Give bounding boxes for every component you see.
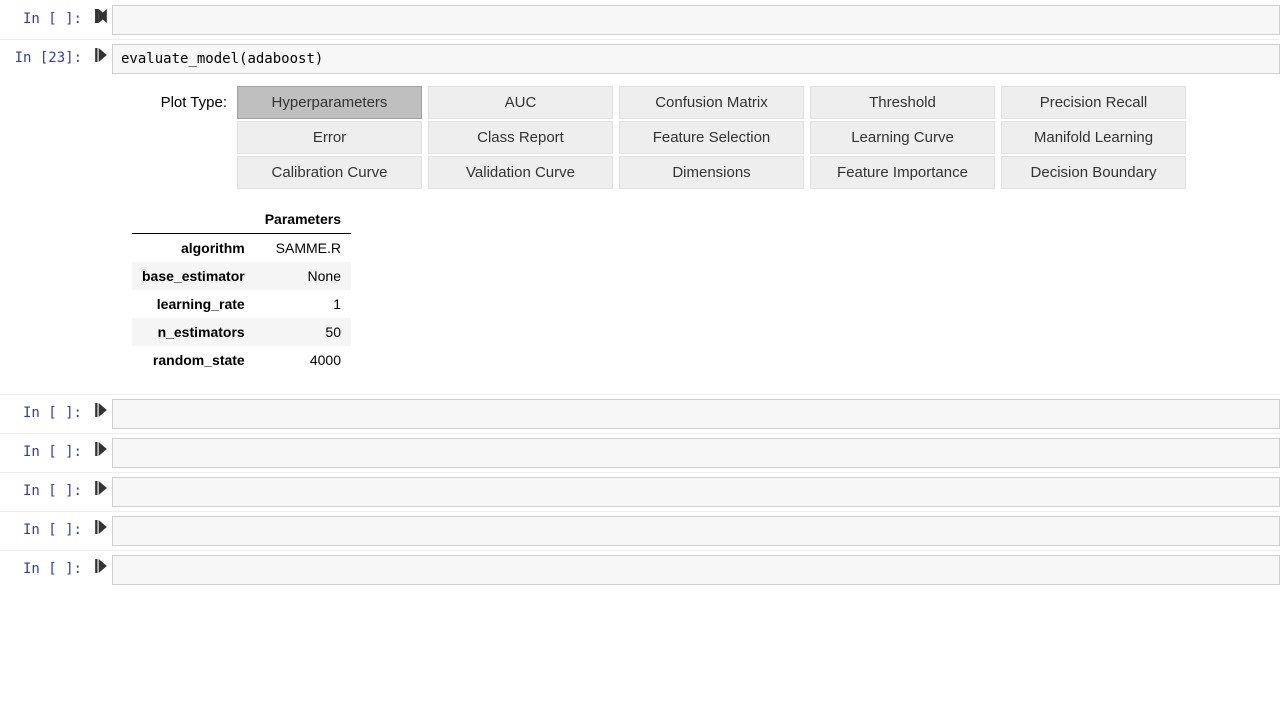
- cell-output: Plot Type: Hyperparameters Error Calibra…: [112, 78, 1280, 394]
- code-cell: In [ ]:: [0, 0, 1280, 39]
- run-cell-button[interactable]: [90, 5, 112, 35]
- run-cell-button[interactable]: [90, 516, 112, 546]
- toggle-confusion-matrix[interactable]: Confusion Matrix: [619, 86, 804, 119]
- param-name: random_state: [132, 346, 255, 374]
- toggle-buttons: Hyperparameters Error Calibration Curve …: [237, 86, 1186, 189]
- toggle-threshold[interactable]: Threshold: [810, 86, 995, 119]
- toggle-dimensions[interactable]: Dimensions: [619, 156, 804, 189]
- play-icon: [95, 442, 107, 456]
- param-name: learning_rate: [132, 290, 255, 318]
- toggle-feature-importance[interactable]: Feature Importance: [810, 156, 995, 189]
- code-token: ): [315, 51, 323, 67]
- param-value: SAMME.R: [255, 234, 351, 263]
- cell-prompt: In [ ]:: [0, 555, 90, 585]
- table-row: random_state 4000: [132, 346, 351, 374]
- toggle-calibration-curve[interactable]: Calibration Curve: [237, 156, 422, 189]
- toggle-hyperparameters[interactable]: Hyperparameters: [237, 86, 422, 119]
- code-cell: In [ ]:: [0, 550, 1280, 589]
- cell-prompt: In [ ]:: [0, 399, 90, 429]
- run-cell-button[interactable]: [90, 44, 112, 74]
- param-value: 50: [255, 318, 351, 346]
- table-row: base_estimator None: [132, 262, 351, 290]
- toggle-auc[interactable]: AUC: [428, 86, 613, 119]
- toggle-validation-curve[interactable]: Validation Curve: [428, 156, 613, 189]
- play-icon: [95, 481, 107, 495]
- param-name: n_estimators: [132, 318, 255, 346]
- parameters-table: Parameters algorithm SAMME.R base_estima…: [132, 205, 351, 374]
- param-name: algorithm: [132, 234, 255, 263]
- table-header-blank: [132, 205, 255, 234]
- table-row: n_estimators 50: [132, 318, 351, 346]
- code-cell: In [23]: evaluate_model(adaboost): [0, 39, 1280, 78]
- code-input[interactable]: [112, 555, 1280, 585]
- play-icon: [95, 48, 107, 62]
- cell-prompt: In [23]:: [0, 44, 90, 74]
- cell-prompt: In [ ]:: [0, 5, 90, 35]
- cell-prompt: In [ ]:: [0, 516, 90, 546]
- run-cell-button[interactable]: [90, 555, 112, 585]
- plot-type-widget: Plot Type: Hyperparameters Error Calibra…: [142, 86, 1260, 189]
- run-cell-button[interactable]: [90, 438, 112, 468]
- widget-label: Plot Type:: [142, 86, 227, 111]
- code-input[interactable]: [112, 516, 1280, 546]
- cell-prompt: In [ ]:: [0, 477, 90, 507]
- toggle-error[interactable]: Error: [237, 121, 422, 154]
- code-cell: In [ ]:: [0, 433, 1280, 472]
- play-icon: [95, 403, 107, 417]
- play-icon: [95, 520, 107, 534]
- play-icon: [95, 9, 107, 23]
- code-input[interactable]: [112, 438, 1280, 468]
- code-input[interactable]: [112, 5, 1280, 35]
- param-value: None: [255, 262, 351, 290]
- code-input[interactable]: [112, 399, 1280, 429]
- toggle-class-report[interactable]: Class Report: [428, 121, 613, 154]
- param-name: base_estimator: [132, 262, 255, 290]
- table-header: Parameters: [255, 205, 351, 234]
- code-token: evaluate_model: [121, 51, 239, 67]
- toggle-manifold-learning[interactable]: Manifold Learning: [1001, 121, 1186, 154]
- code-cell: In [ ]:: [0, 472, 1280, 511]
- param-value: 1: [255, 290, 351, 318]
- toggle-learning-curve[interactable]: Learning Curve: [810, 121, 995, 154]
- param-value: 4000: [255, 346, 351, 374]
- code-cell: In [ ]:: [0, 511, 1280, 550]
- toggle-decision-boundary[interactable]: Decision Boundary: [1001, 156, 1186, 189]
- toggle-precision-recall[interactable]: Precision Recall: [1001, 86, 1186, 119]
- cell-prompt: In [ ]:: [0, 438, 90, 468]
- code-input[interactable]: evaluate_model(adaboost): [112, 44, 1280, 74]
- table-row: algorithm SAMME.R: [132, 234, 351, 263]
- code-cell: In [ ]:: [0, 394, 1280, 433]
- play-icon: [95, 559, 107, 573]
- toggle-feature-selection[interactable]: Feature Selection: [619, 121, 804, 154]
- run-cell-button[interactable]: [90, 477, 112, 507]
- run-cell-button[interactable]: [90, 399, 112, 429]
- code-input[interactable]: [112, 477, 1280, 507]
- code-token: adaboost: [247, 51, 314, 67]
- table-row: learning_rate 1: [132, 290, 351, 318]
